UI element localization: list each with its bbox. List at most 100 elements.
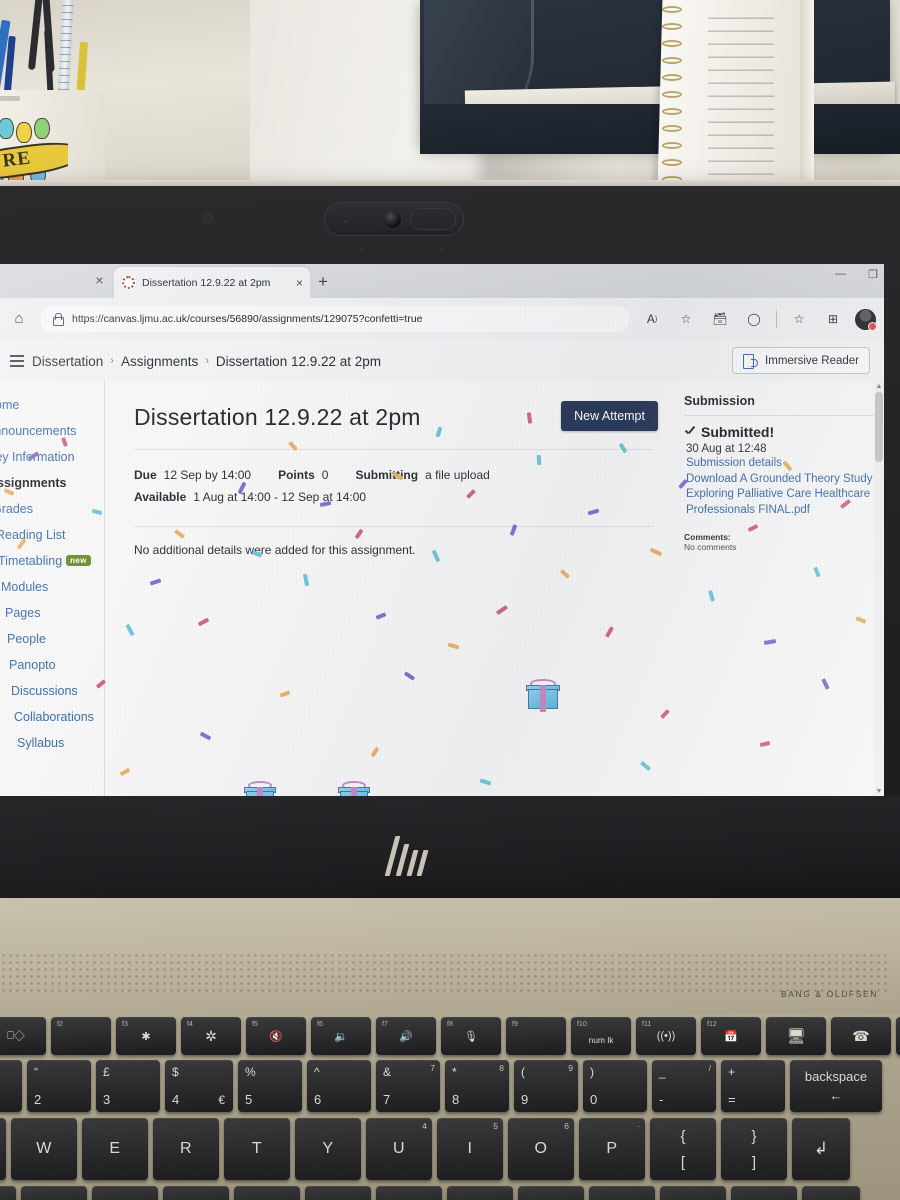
key-s[interactable] (21, 1186, 87, 1200)
key-f1[interactable]: ⎕◇ (0, 1017, 46, 1055)
key-hangup[interactable]: ☎ (896, 1017, 900, 1055)
key-l[interactable] (518, 1186, 584, 1200)
key-f8-mic-mute[interactable]: f8 🎙 (441, 1017, 501, 1055)
submission-details-link[interactable]: Submission details (686, 456, 874, 472)
key-enter-lower[interactable] (802, 1186, 860, 1200)
key-screen[interactable]: 🖥 (766, 1017, 826, 1055)
browser-essentials-icon[interactable]: ◯ (742, 307, 766, 331)
key-j[interactable] (376, 1186, 442, 1200)
maximize-button[interactable]: ❐ (868, 268, 878, 281)
sensor-dot (202, 212, 213, 223)
key-e[interactable]: E (82, 1118, 148, 1180)
key-minus[interactable]: _ - / (652, 1060, 716, 1112)
function-key-row: ⎕◇ f2 f3 ✱ f4 ✲ f5 🔇 f6 🔉 f7 🔊 f8 🎙 f9 f10 num … (0, 1017, 900, 1055)
new-tab-button[interactable]: + (318, 272, 328, 292)
key-1[interactable] (0, 1060, 22, 1112)
sidebar-item-modules[interactable]: Modules (1, 574, 104, 600)
key-f2[interactable]: f2 (51, 1017, 111, 1055)
key-p[interactable]: P · (579, 1118, 645, 1180)
key-9[interactable]: (9 9 (514, 1060, 578, 1112)
key-7[interactable]: & 7 7 (376, 1060, 440, 1112)
sidebar-item-key-information[interactable]: Key Information (0, 444, 104, 470)
breadcrumb-item-course[interactable]: Dissertation (32, 354, 103, 369)
key-0[interactable]: ) 0 (583, 1060, 647, 1112)
scrollbar-thumb[interactable] (875, 392, 883, 462)
key-2[interactable]: “2 (27, 1060, 91, 1112)
key-f[interactable] (163, 1186, 229, 1200)
read-aloud-icon[interactable]: A) (640, 307, 664, 331)
key-t[interactable]: T (224, 1118, 290, 1180)
key-equals[interactable]: + = (721, 1060, 785, 1112)
add-favorite-icon[interactable]: ☆ (674, 307, 698, 331)
key-f12-calendar[interactable]: f12 📅 (701, 1017, 761, 1055)
key-y[interactable]: Y (295, 1118, 361, 1180)
url-input[interactable]: https://canvas.ljmu.ac.uk/courses/56890/… (40, 306, 630, 332)
key-call[interactable]: ☎ (831, 1017, 891, 1055)
sidebar-item-pages[interactable]: Pages (5, 600, 104, 626)
key-bracket-left[interactable]: {[ (650, 1118, 716, 1180)
sidebar-item-home[interactable]: Home (0, 392, 104, 418)
close-icon[interactable]: × (92, 273, 107, 288)
key-4[interactable]: $4 € (165, 1060, 233, 1112)
key-6[interactable]: ^ 6 (307, 1060, 371, 1112)
close-icon[interactable]: × (296, 276, 303, 290)
gift-icon (337, 781, 371, 796)
scroll-up-icon[interactable]: ▲ (875, 383, 883, 390)
sidebar-item-panopto[interactable]: Panopto (9, 652, 104, 678)
key-d[interactable] (92, 1186, 158, 1200)
menu-icon[interactable] (10, 354, 24, 368)
sidebar-item-reading-list[interactable]: Reading List (0, 522, 104, 548)
key-f4-brightness-up[interactable]: f4 ✲ (181, 1017, 241, 1055)
scroll-down-icon[interactable]: ▼ (875, 788, 883, 795)
browser-tab[interactable]: Dissertation 12.9.22 at 2pm × (114, 267, 310, 298)
sidebar-item-people[interactable]: People (7, 626, 104, 652)
key-f11-wireless[interactable]: f11 ((•)) (636, 1017, 696, 1055)
key-f9[interactable]: f9 (506, 1017, 566, 1055)
key-w[interactable]: W (11, 1118, 77, 1180)
sidebar-item-announcements[interactable]: Announcements (0, 418, 104, 444)
collections-icon[interactable]: 🗃 (708, 307, 732, 331)
favorites-icon[interactable]: ☆ (787, 307, 811, 331)
key-h[interactable] (305, 1186, 371, 1200)
key-8[interactable]: * 8 8 (445, 1060, 509, 1112)
key-q[interactable] (0, 1118, 6, 1180)
sidebar-item-timetabling[interactable]: Timetabling new (0, 548, 104, 574)
key-hash[interactable] (731, 1186, 797, 1200)
key-k[interactable] (447, 1186, 513, 1200)
key-f6-volume-down[interactable]: f6 🔉 (311, 1017, 371, 1055)
key-backspace[interactable]: backspace ← (790, 1060, 882, 1112)
key-o[interactable]: O6 (508, 1118, 574, 1180)
home-icon[interactable]: ⌂ (8, 308, 30, 330)
key-3[interactable]: £3 (96, 1060, 160, 1112)
submission-file-link[interactable]: Download A Grounded Theory Study Explori… (686, 472, 874, 519)
sidebar-item-discussions[interactable]: Discussions (11, 678, 104, 704)
breadcrumb-item-assignments[interactable]: Assignments (121, 354, 198, 369)
nav-label: Modules (1, 580, 49, 594)
avatar[interactable] (855, 308, 877, 331)
key-f7-volume-up[interactable]: f7 🔊 (376, 1017, 436, 1055)
key-bracket-right[interactable]: }] (721, 1118, 787, 1180)
key-u[interactable]: U4 (366, 1118, 432, 1180)
key-g[interactable] (234, 1186, 300, 1200)
immersive-reader-button[interactable]: Immersive Reader (732, 347, 870, 374)
key-i[interactable]: I5 (437, 1118, 503, 1180)
key-a[interactable] (0, 1186, 16, 1200)
scrollbar[interactable]: ▲ ▼ (874, 382, 884, 796)
split-screen-icon[interactable]: ⊞ (821, 307, 845, 331)
sidebar-item-collaborations[interactable]: Collaborations (14, 704, 104, 730)
key-f3-brightness-down[interactable]: f3 ✱ (116, 1017, 176, 1055)
key-5[interactable]: % 5 (238, 1060, 302, 1112)
key-f5-mute[interactable]: f5 🔇 (246, 1017, 306, 1055)
sidebar-item-syllabus[interactable]: Syllabus (17, 730, 104, 756)
sidebar-item-assignments[interactable]: Assignments (0, 470, 104, 496)
key-r[interactable]: R (153, 1118, 219, 1180)
sidebar-item-grades[interactable]: Grades (0, 496, 104, 522)
assignment-meta-available: Available 1 Aug at 14:00 - 12 Sep at 14:… (134, 486, 654, 508)
key-apostrophe[interactable] (660, 1186, 726, 1200)
key-semicolon[interactable] (589, 1186, 655, 1200)
nav-label: Grades (0, 502, 33, 516)
minimize-button[interactable]: — (835, 268, 846, 281)
key-enter[interactable]: ↲ (792, 1118, 850, 1180)
new-attempt-button[interactable]: New Attempt (561, 401, 658, 431)
key-f10-num-lock[interactable]: f10 num lk (571, 1017, 631, 1055)
